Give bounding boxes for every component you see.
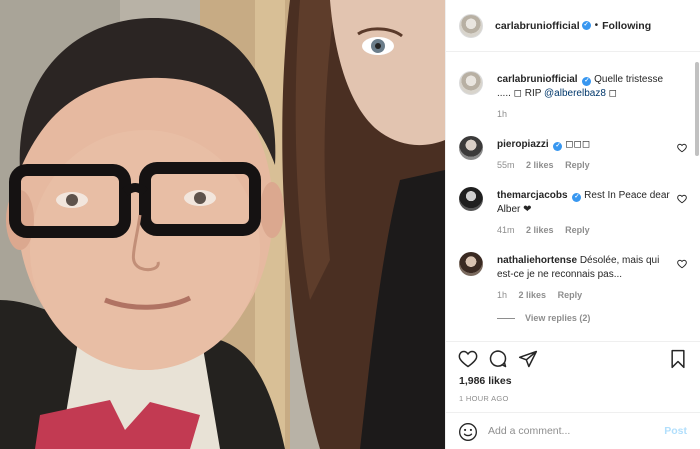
commenter-avatar[interactable] bbox=[459, 187, 483, 211]
reply-button[interactable]: Reply bbox=[558, 290, 583, 300]
likes-count[interactable]: 1,986 likes bbox=[459, 375, 512, 387]
post-photo[interactable] bbox=[0, 0, 445, 449]
reply-button[interactable]: Reply bbox=[565, 225, 590, 235]
verified-badge-icon: ✓ bbox=[553, 142, 563, 151]
author-avatar[interactable] bbox=[459, 71, 483, 95]
comment-username[interactable]: nathaliehortense bbox=[497, 255, 577, 266]
post-comment-button[interactable]: Post bbox=[664, 425, 687, 437]
comment-text: themarcjacobs ✓ Rest In Peace dear Alber… bbox=[497, 189, 677, 217]
comment-bubble-icon[interactable] bbox=[488, 349, 508, 369]
following-button[interactable]: Following bbox=[602, 20, 651, 32]
comment-heart-icon[interactable] bbox=[677, 194, 687, 204]
separator-dot: • bbox=[594, 20, 599, 31]
photo-illustration bbox=[0, 0, 445, 449]
add-comment-bar: Post bbox=[446, 412, 700, 449]
comments-scrollbar[interactable] bbox=[695, 62, 699, 156]
post-sidebar: carlabruniofficial ✓ • Following carlabr… bbox=[445, 0, 700, 449]
comment-body: ◻◻◻ bbox=[565, 139, 591, 150]
comment-meta: 41m 2 likes Reply bbox=[497, 225, 599, 235]
replies-divider bbox=[497, 317, 515, 319]
verified-badge-icon: ✓ bbox=[581, 21, 591, 30]
comment-likes[interactable]: 2 likes bbox=[526, 225, 554, 235]
post-timestamp[interactable]: 1 HOUR AGO bbox=[459, 394, 509, 403]
caption-text: carlabruniofficial ✓ Quelle tristesse ..… bbox=[497, 73, 677, 101]
bookmark-icon[interactable] bbox=[668, 349, 688, 369]
comment-text: pieropiazzi ✓ ◻◻◻ bbox=[497, 138, 677, 152]
view-replies-label: View replies (2) bbox=[525, 313, 591, 323]
caption-username[interactable]: carlabruniofficial bbox=[497, 74, 578, 85]
comment-meta: 1h 2 likes Reply bbox=[497, 290, 591, 300]
caption-tail: ◻ bbox=[608, 88, 617, 99]
comment-heart-icon[interactable] bbox=[677, 143, 687, 153]
comment-username[interactable]: themarcjacobs bbox=[497, 190, 568, 201]
comment-meta: 55m 2 likes Reply bbox=[497, 160, 599, 170]
reply-button[interactable]: Reply bbox=[565, 160, 590, 170]
author-avatar[interactable] bbox=[459, 13, 483, 38]
author-username[interactable]: carlabruniofficial bbox=[495, 20, 580, 32]
comment-username[interactable]: pieropiazzi bbox=[497, 139, 549, 150]
comment-likes[interactable]: 2 likes bbox=[519, 290, 547, 300]
verified-badge-icon: ✓ bbox=[582, 77, 592, 86]
verified-badge-icon: ✓ bbox=[572, 193, 582, 202]
add-comment-input[interactable] bbox=[488, 421, 653, 441]
commenter-avatar[interactable] bbox=[459, 136, 483, 160]
comments-list[interactable]: carlabruniofficial ✓ Quelle tristesse ..… bbox=[446, 53, 692, 341]
post-actions: 1,986 likes 1 HOUR AGO Post bbox=[446, 341, 700, 449]
comment-likes[interactable]: 2 likes bbox=[526, 160, 554, 170]
comment-age[interactable]: 55m bbox=[497, 160, 515, 170]
caption-meta: 1h bbox=[497, 109, 516, 119]
comment-age[interactable]: 1h bbox=[497, 290, 507, 300]
comment-heart-icon[interactable] bbox=[677, 259, 687, 269]
smiley-icon[interactable] bbox=[458, 422, 478, 442]
post-header: carlabruniofficial ✓ • Following bbox=[446, 0, 700, 52]
caption-mention[interactable]: @alberelbaz8 bbox=[544, 88, 606, 99]
caption-age[interactable]: 1h bbox=[497, 109, 507, 119]
paper-plane-icon[interactable] bbox=[518, 349, 538, 369]
view-replies-button[interactable]: View replies (2) bbox=[497, 313, 590, 323]
commenter-avatar[interactable] bbox=[459, 252, 483, 276]
heart-icon[interactable] bbox=[458, 349, 478, 369]
comment-age[interactable]: 41m bbox=[497, 225, 515, 235]
comment-text: nathaliehortense Désolée, mais qui est-c… bbox=[497, 254, 677, 282]
